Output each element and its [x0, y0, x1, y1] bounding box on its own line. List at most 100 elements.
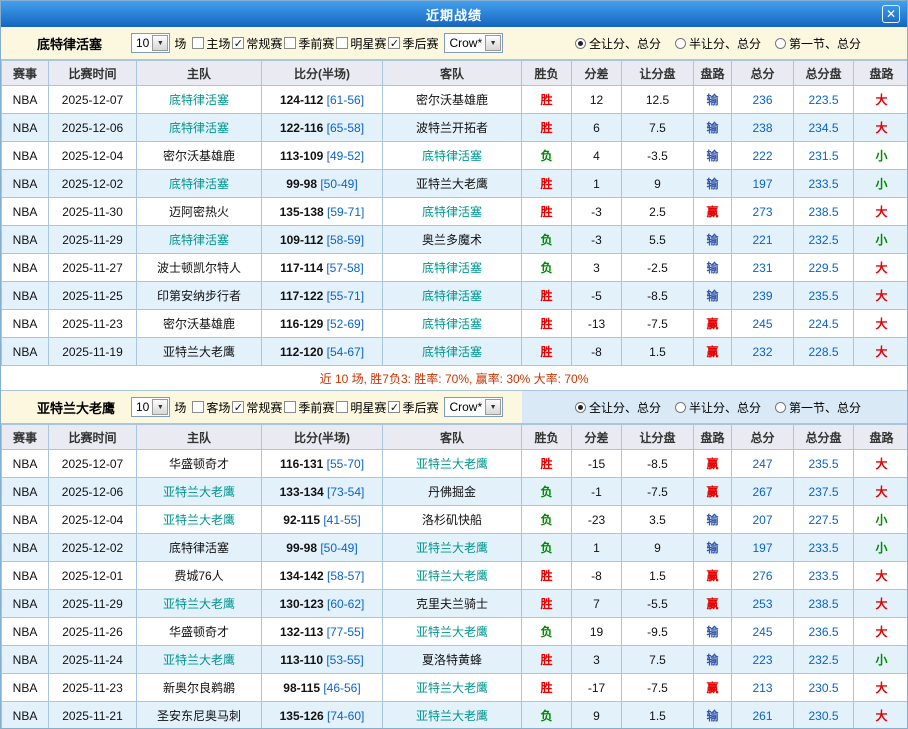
- bookmaker-value: Crow*: [449, 36, 482, 50]
- radio-label: 全让分、总分: [589, 35, 661, 52]
- checkbox-box[interactable]: ✓: [388, 401, 400, 413]
- checkbox-label: 常规赛: [246, 399, 282, 416]
- total-points-cell: 238: [732, 114, 794, 142]
- checkbox-preseason[interactable]: 季前赛: [284, 399, 334, 416]
- half-time-score: [57-58]: [323, 261, 364, 275]
- radio-circle[interactable]: [575, 402, 586, 413]
- date-cell: 2025-11-29: [49, 226, 137, 254]
- total-points-cell: 222: [732, 142, 794, 170]
- date-cell: 2025-11-26: [49, 618, 137, 646]
- radio-first-quarter-total[interactable]: 第一节、总分: [775, 35, 861, 52]
- handicap-result-cell: 输: [694, 254, 732, 282]
- home-team-cell: 华盛顿奇才: [137, 450, 262, 478]
- bookmaker-select[interactable]: Crow* ▼: [444, 33, 503, 53]
- radio-full-handicap-total[interactable]: 全让分、总分: [575, 35, 661, 52]
- checkbox-playoffs[interactable]: ✓季后赛: [388, 35, 438, 52]
- checkbox-regular-season[interactable]: ✓常规赛: [232, 399, 282, 416]
- score-cell: 98-115 [46-56]: [262, 674, 383, 702]
- total-line-cell: 224.5: [794, 310, 854, 338]
- half-time-score: [55-71]: [323, 289, 364, 303]
- radio-circle[interactable]: [675, 38, 686, 49]
- checkbox-box[interactable]: [336, 37, 348, 49]
- checkbox-box[interactable]: ✓: [232, 401, 244, 413]
- checkbox-regular-season[interactable]: ✓常规赛: [232, 35, 282, 52]
- checkbox-home-games[interactable]: 主场: [192, 35, 230, 52]
- radio-first-quarter-total[interactable]: 第一节、总分: [775, 399, 861, 416]
- column-header: 让分盘: [622, 425, 694, 450]
- radio-circle[interactable]: [775, 38, 786, 49]
- column-header: 赛事: [2, 425, 49, 450]
- home-team-cell: 圣安东尼奥马刺: [137, 702, 262, 729]
- dropdown-arrow-icon: ▼: [485, 35, 501, 51]
- home-team-cell: 亚特兰大老鹰: [137, 338, 262, 366]
- radio-half-handicap-total[interactable]: 半让分、总分: [675, 399, 761, 416]
- total-result-cell: 大: [854, 562, 908, 590]
- win-loss-cell: 胜: [522, 338, 572, 366]
- total-result-cell: 大: [854, 198, 908, 226]
- checkbox-box[interactable]: [192, 37, 204, 49]
- handicap-result-cell: 输: [694, 86, 732, 114]
- column-header: 比分(半场): [262, 61, 383, 86]
- league-cell: NBA: [2, 534, 49, 562]
- final-score: 98-115: [283, 681, 320, 695]
- checkbox-box[interactable]: [336, 401, 348, 413]
- win-loss-cell: 胜: [522, 170, 572, 198]
- checkbox-box[interactable]: [192, 401, 204, 413]
- checkbox-preseason[interactable]: 季前赛: [284, 35, 334, 52]
- final-score: 116-131: [280, 457, 323, 471]
- score-cell: 117-122 [55-71]: [262, 282, 383, 310]
- final-score: 113-109: [280, 149, 323, 163]
- score-cell: 109-112 [58-59]: [262, 226, 383, 254]
- game-row: NBA2025-12-07底特律活塞124-112 [61-56]密尔沃基雄鹿胜…: [2, 86, 908, 114]
- games-count-select[interactable]: 10 ▼: [131, 33, 170, 53]
- radio-circle[interactable]: [575, 38, 586, 49]
- handicap-line-cell: 1.5: [622, 702, 694, 729]
- league-cell: NBA: [2, 702, 49, 729]
- final-score: 134-142: [280, 569, 324, 583]
- bookmaker-value: Crow*: [449, 400, 482, 414]
- game-row: NBA2025-11-29底特律活塞109-112 [58-59]奥兰多魔术负-…: [2, 226, 908, 254]
- checkbox-playoffs[interactable]: ✓季后赛: [388, 399, 438, 416]
- radio-label: 全让分、总分: [589, 399, 661, 416]
- score-cell: 135-138 [59-71]: [262, 198, 383, 226]
- handicap-line-cell: 12.5: [622, 86, 694, 114]
- handicap-line-cell: -7.5: [622, 674, 694, 702]
- checkbox-label: 明星赛: [350, 35, 386, 52]
- checkbox-away-games[interactable]: 客场: [192, 399, 230, 416]
- close-icon[interactable]: ✕: [882, 5, 900, 23]
- game-row: NBA2025-12-06底特律活塞122-116 [65-58]波特兰开拓者胜…: [2, 114, 908, 142]
- handicap-result-cell: 赢: [694, 590, 732, 618]
- radio-full-handicap-total[interactable]: 全让分、总分: [575, 399, 661, 416]
- final-score: 130-123: [280, 597, 324, 611]
- league-cell: NBA: [2, 338, 49, 366]
- checkbox-box[interactable]: [284, 37, 296, 49]
- date-cell: 2025-11-29: [49, 590, 137, 618]
- home-team-cell: 亚特兰大老鹰: [137, 478, 262, 506]
- half-time-score: [55-70]: [323, 457, 364, 471]
- column-header: 总分盘: [794, 61, 854, 86]
- checkbox-box[interactable]: ✓: [232, 37, 244, 49]
- handicap-line-cell: -8.5: [622, 282, 694, 310]
- away-team-cell: 亚特兰大老鹰: [383, 170, 522, 198]
- radio-half-handicap-total[interactable]: 半让分、总分: [675, 35, 761, 52]
- point-diff-cell: 7: [572, 590, 622, 618]
- point-diff-cell: 4: [572, 142, 622, 170]
- date-cell: 2025-11-25: [49, 282, 137, 310]
- checkbox-allstar[interactable]: 明星赛: [336, 35, 386, 52]
- checkbox-box[interactable]: ✓: [388, 37, 400, 49]
- column-header: 比赛时间: [49, 425, 137, 450]
- home-team-cell: 底特律活塞: [137, 170, 262, 198]
- games-count-select[interactable]: 10 ▼: [131, 397, 170, 417]
- win-loss-cell: 胜: [522, 114, 572, 142]
- checkbox-box[interactable]: [284, 401, 296, 413]
- checkbox-allstar[interactable]: 明星赛: [336, 399, 386, 416]
- win-loss-cell: 负: [522, 702, 572, 729]
- league-cell: NBA: [2, 226, 49, 254]
- home-team-cell: 新奥尔良鹈鹕: [137, 674, 262, 702]
- bookmaker-select[interactable]: Crow* ▼: [444, 397, 503, 417]
- radio-circle[interactable]: [775, 402, 786, 413]
- handicap-result-cell: 赢: [694, 338, 732, 366]
- radio-circle[interactable]: [675, 402, 686, 413]
- dropdown-arrow-icon: ▼: [152, 399, 168, 415]
- radio-group: 全让分、总分半让分、总分第一节、总分: [575, 399, 861, 416]
